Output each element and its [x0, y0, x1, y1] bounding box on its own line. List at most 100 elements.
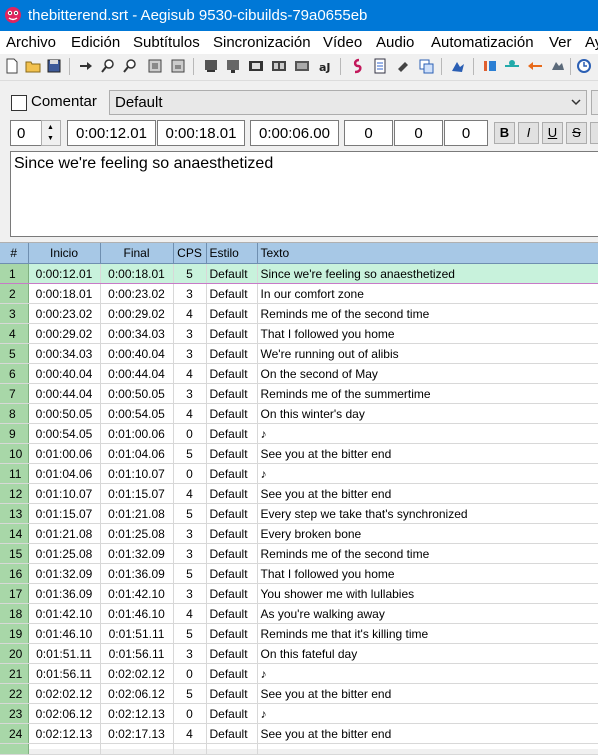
- row-start-time: 0:00:29.02: [28, 323, 101, 344]
- table-row[interactable]: 5 0:00:34.03 0:00:40.04 3 Default We're runni…: [0, 343, 598, 364]
- video-frame-icon[interactable]: [202, 57, 220, 75]
- row-number: 9: [0, 423, 29, 444]
- zoom-in-icon[interactable]: [99, 57, 117, 75]
- film-strip-icon[interactable]: [247, 57, 265, 75]
- comment-checkbox[interactable]: [11, 95, 27, 111]
- duration-field[interactable]: 0:00:06.00: [250, 120, 339, 146]
- kanji-timer-icon[interactable]: [575, 57, 593, 75]
- table-row[interactable]: 3 0:00:23.02 0:00:29.02 4 Default Reminds me …: [0, 303, 598, 324]
- font-button[interactable]: [590, 122, 598, 144]
- menu-archivo[interactable]: Archivo: [6, 34, 56, 51]
- table-row[interactable]: 20 0:01:51.11 0:01:56.11 3 Default On this fa…: [0, 643, 598, 664]
- row-number: 4: [0, 323, 29, 344]
- row-number: 13: [0, 503, 29, 524]
- table-row[interactable]: 11 0:01:04.06 0:01:10.07 0 Default ♪: [0, 463, 598, 484]
- video-jump-icon[interactable]: [224, 57, 242, 75]
- table-row[interactable]: 24 0:02:12.13 0:02:17.13 4 Default See you at…: [0, 723, 598, 744]
- underline-button[interactable]: U: [542, 122, 563, 144]
- row-number: 2: [0, 283, 29, 304]
- row-cps: 3: [173, 523, 207, 544]
- start-time-field[interactable]: 0:00:12.01: [67, 120, 156, 146]
- menu-automatizacion[interactable]: Automatización: [431, 34, 534, 51]
- row-end-time: 0:02:02.12: [100, 663, 174, 684]
- layer-input[interactable]: 0: [10, 120, 42, 146]
- table-row[interactable]: 16 0:01:32.09 0:01:36.09 5 Default That I fol…: [0, 563, 598, 584]
- spell-check-icon[interactable]: [526, 57, 544, 75]
- table-row[interactable]: 12 0:01:10.07 0:01:15.07 4 Default See you at…: [0, 483, 598, 504]
- translation-icon[interactable]: [503, 57, 521, 75]
- table-row[interactable]: 18 0:01:42.10 0:01:46.10 4 Default As you're …: [0, 603, 598, 624]
- table-row[interactable]: 9 0:00:54.05 0:01:00.06 0 Default ♪: [0, 423, 598, 444]
- col-end-header[interactable]: Final: [100, 243, 174, 264]
- table-row[interactable]: 1 0:00:12.01 0:00:18.01 5 Default Since we're…: [0, 263, 598, 284]
- table-row[interactable]: 17 0:01:36.09 0:01:42.10 3 Default You shower…: [0, 583, 598, 604]
- menu-edicion[interactable]: Edición: [71, 34, 120, 51]
- table-row[interactable]: 23 0:02:06.12 0:02:12.13 0 Default ♪: [0, 703, 598, 724]
- table-row[interactable]: 14 0:01:21.08 0:01:25.08 3 Default Every brok…: [0, 523, 598, 544]
- video-box-icon[interactable]: [293, 57, 311, 75]
- open-folder-icon[interactable]: [24, 57, 42, 75]
- style-dropdown[interactable]: Default: [109, 90, 587, 115]
- table-row[interactable]: 7 0:00:44.04 0:00:50.05 3 Default Reminds me …: [0, 383, 598, 404]
- strikeout-button[interactable]: S: [566, 122, 587, 144]
- subtitle-edit-box: Comentar Default 0 ▲ ▼ 0:00:12.01 0:00:1…: [0, 81, 598, 241]
- table-row[interactable]: 15 0:01:25.08 0:01:32.09 3 Default Reminds me…: [0, 543, 598, 564]
- italic-button[interactable]: I: [518, 122, 539, 144]
- margin-left-field[interactable]: 0: [344, 120, 393, 146]
- margin-vertical-field[interactable]: 0: [444, 120, 488, 146]
- menu-subtitulos[interactable]: Subtítulos: [133, 34, 200, 51]
- menu-ayuda[interactable]: Ay: [585, 34, 598, 51]
- row-start-time: 0:00:18.01: [28, 283, 101, 304]
- style-manager-icon[interactable]: [348, 57, 366, 75]
- row-text: See you at the bitter end: [257, 443, 598, 464]
- timing-post-icon[interactable]: [549, 57, 567, 75]
- properties-icon[interactable]: [371, 57, 389, 75]
- row-text: Every step we take that's synchronized: [257, 503, 598, 524]
- row-style: Default: [206, 563, 258, 584]
- col-start-header[interactable]: Inicio: [28, 243, 101, 264]
- bold-button[interactable]: B: [494, 122, 515, 144]
- menu-sincronizacion[interactable]: Sincronización: [213, 34, 311, 51]
- table-row[interactable]: 10 0:01:00.06 0:01:04.06 5 Default See you at…: [0, 443, 598, 464]
- table-row[interactable]: 6 0:00:40.04 0:00:44.04 4 Default On the seco…: [0, 363, 598, 384]
- fonts-collector-icon[interactable]: [417, 57, 435, 75]
- table-row[interactable]: 21 0:01:56.11 0:02:02.12 0 Default ♪: [0, 663, 598, 684]
- partial-cell: [0, 743, 29, 755]
- keyframe-icon[interactable]: [270, 57, 288, 75]
- jump-to-icon[interactable]: [77, 57, 95, 75]
- table-row[interactable]: 19 0:01:46.10 0:01:51.11 5 Default Reminds me…: [0, 623, 598, 644]
- menu-video[interactable]: Vídeo: [323, 34, 362, 51]
- save-icon[interactable]: [45, 57, 63, 75]
- attachments-icon[interactable]: [394, 57, 412, 75]
- table-row[interactable]: 13 0:01:15.07 0:01:21.08 5 Default Every step…: [0, 503, 598, 524]
- col-cps-header[interactable]: CPS: [173, 243, 207, 264]
- menu-audio[interactable]: Audio: [376, 34, 414, 51]
- row-style: Default: [206, 603, 258, 624]
- table-row[interactable]: 2 0:00:18.01 0:00:23.02 3 Default In our comf…: [0, 283, 598, 304]
- menu-ver[interactable]: Ver: [549, 34, 572, 51]
- row-text: ♪: [257, 423, 598, 444]
- col-num-header[interactable]: #: [0, 243, 29, 264]
- col-style-header[interactable]: Estilo: [206, 243, 258, 264]
- table-row[interactable]: 8 0:00:50.05 0:00:54.05 4 Default On this win…: [0, 403, 598, 424]
- row-text: See you at the bitter end: [257, 683, 598, 704]
- snap-end-icon[interactable]: [169, 57, 187, 75]
- new-file-icon[interactable]: [3, 57, 21, 75]
- subtitle-text-area[interactable]: Since we're feeling so anaesthetized: [10, 151, 598, 237]
- row-end-time: 0:02:06.12: [100, 683, 174, 704]
- layer-stepper[interactable]: ▲ ▼: [41, 120, 61, 146]
- row-start-time: 0:01:04.06: [28, 463, 101, 484]
- snap-start-icon[interactable]: [146, 57, 164, 75]
- margin-right-field[interactable]: 0: [394, 120, 443, 146]
- table-row[interactable]: 22 0:02:02.12 0:02:06.12 5 Default See you at…: [0, 683, 598, 704]
- col-text-header[interactable]: Texto: [257, 243, 598, 264]
- style-edit-button[interactable]: [591, 90, 598, 115]
- row-text: ♪: [257, 703, 598, 724]
- stepper-up-icon: ▲: [47, 124, 54, 131]
- automation-icon[interactable]: [449, 57, 467, 75]
- subtitle-format-icon[interactable]: aJ: [316, 57, 334, 75]
- end-time-field[interactable]: 0:00:18.01: [157, 120, 245, 146]
- table-row[interactable]: 4 0:00:29.02 0:00:34.03 3 Default That I foll…: [0, 323, 598, 344]
- zoom-out-icon[interactable]: [121, 57, 139, 75]
- resample-icon[interactable]: [481, 57, 499, 75]
